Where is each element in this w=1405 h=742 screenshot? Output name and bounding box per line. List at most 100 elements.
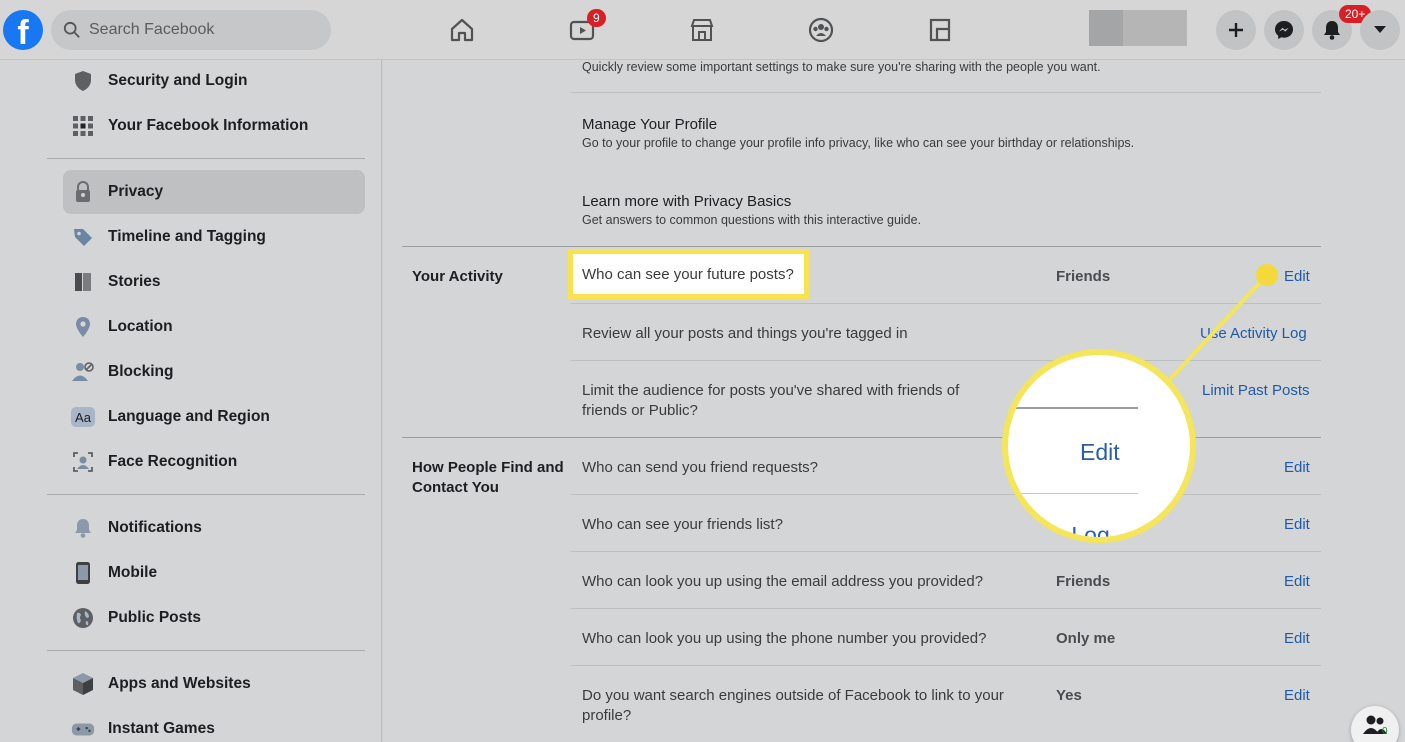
messenger-button[interactable] <box>1264 10 1304 50</box>
setting-question: Who can send you friend requests? <box>582 459 818 476</box>
privacy-settings-panel: Quickly review some important settings t… <box>383 60 1405 742</box>
sidebar-item-face-recognition[interactable]: Face Recognition <box>63 440 365 484</box>
shortcut-title: Learn more with Privacy Basics <box>582 193 792 210</box>
privacy-checkup-description: Quickly review some important settings t… <box>582 60 1101 74</box>
sidebar-divider <box>47 494 365 495</box>
limit-past-posts-link[interactable]: Limit Past Posts <box>1202 382 1310 399</box>
row-divider <box>571 551 1321 552</box>
setting-question: Who can see your friends list? <box>582 516 783 533</box>
edit-search-engines-link[interactable]: Edit <box>1284 687 1310 704</box>
sidebar-item-location[interactable]: Location <box>63 305 365 349</box>
setting-question-line1: Limit the audience for posts you've shar… <box>582 382 960 399</box>
profile-avatar[interactable] <box>1089 10 1187 46</box>
shortcut-description: Go to your profile to change your profil… <box>582 136 1135 150</box>
location-pin-icon <box>71 315 95 339</box>
setting-question-line2: friends or Public? <box>582 402 698 419</box>
callout-anchor-dot <box>1256 264 1278 286</box>
setting-value: Only me <box>1056 630 1116 647</box>
sidebar-item-stories[interactable]: Stories <box>63 260 365 304</box>
shield-icon <box>71 69 95 93</box>
sidebar-item-language-and-region[interactable]: Aa Language and Region <box>63 395 365 439</box>
sidebar-item-your-facebook-information[interactable]: Your Facebook Information <box>63 104 365 148</box>
setting-question: Review all your posts and things you're … <box>582 325 908 342</box>
bell-icon <box>1324 21 1340 40</box>
magnified-edit-label: Edit <box>1080 439 1120 465</box>
sidebar-item-label: Blocking <box>108 363 174 380</box>
language-icon: Aa <box>71 405 95 429</box>
sidebar-item-label: Apps and Websites <box>108 675 251 692</box>
row-divider <box>571 92 1321 93</box>
edit-future-posts-link[interactable]: Edit <box>1284 268 1310 285</box>
sidebar-item-security-and-login[interactable]: Security and Login <box>63 59 365 103</box>
marketplace-icon[interactable] <box>684 12 720 48</box>
facebook-logo-icon[interactable]: f <box>3 10 43 50</box>
sidebar-item-label: Mobile <box>108 564 158 581</box>
watch-badge: 9 <box>587 9 606 27</box>
sidebar-item-label: Public Posts <box>108 609 202 626</box>
shortcut-title: Manage Your Profile <box>582 116 718 133</box>
sidebar-item-label: Privacy <box>108 183 164 200</box>
setting-value: Friends <box>1056 268 1111 285</box>
sidebar-item-public-posts[interactable]: Public Posts <box>63 596 365 640</box>
home-icon[interactable] <box>444 12 480 48</box>
sidebar-item-label: Timeline and Tagging <box>108 228 266 245</box>
edit-phone-lookup-link[interactable]: Edit <box>1284 630 1310 647</box>
sidebar-item-apps-and-websites[interactable]: Apps and Websites <box>63 662 365 706</box>
account-menu-button[interactable] <box>1360 10 1400 50</box>
setting-value: Yes <box>1056 687 1082 704</box>
row-divider <box>571 665 1321 666</box>
row-divider <box>571 608 1321 609</box>
section-heading-find-contact-line1: How People Find and <box>412 459 564 476</box>
sidebar-divider <box>47 158 365 159</box>
search-bar[interactable] <box>51 10 331 50</box>
sidebar-item-blocking[interactable]: Blocking <box>63 350 365 394</box>
sidebar-item-mobile[interactable]: Mobile <box>63 551 365 595</box>
settings-sidebar: Security and Login Your Facebook Informa… <box>0 60 382 742</box>
setting-value: Friends <box>1056 573 1111 590</box>
sidebar-item-instant-games[interactable]: Instant Games <box>63 707 365 742</box>
edit-friend-requests-link[interactable]: Edit <box>1284 459 1310 476</box>
plus-icon <box>1229 23 1243 37</box>
groups-icon[interactable] <box>803 12 839 48</box>
section-heading-find-contact-line2: Contact You <box>412 479 499 496</box>
sidebar-item-label: Your Facebook Information <box>108 117 309 134</box>
row-divider <box>571 494 1321 495</box>
magnified-callout: Edit ity Log <box>1002 349 1196 543</box>
lock-person-icon <box>71 180 95 204</box>
messenger-icon <box>1275 21 1293 39</box>
contacts-count: 0 <box>1382 726 1388 737</box>
sidebar-item-notifications[interactable]: Notifications <box>63 506 365 550</box>
create-button[interactable] <box>1216 10 1256 50</box>
setting-question-line2: profile? <box>582 707 632 724</box>
use-activity-log-link[interactable]: Use Activity Log <box>1200 325 1307 342</box>
edit-email-lookup-link[interactable]: Edit <box>1284 573 1310 590</box>
grid-icon <box>71 114 95 138</box>
cube-icon <box>71 672 95 696</box>
sidebar-item-label: Face Recognition <box>108 453 238 470</box>
sidebar-item-label: Stories <box>108 273 161 290</box>
sidebar-item-label: Notifications <box>108 519 202 536</box>
setting-question: Who can look you up using the email addr… <box>582 573 984 590</box>
sidebar-item-timeline-and-tagging[interactable]: Timeline and Tagging <box>63 215 365 259</box>
edit-friends-list-link[interactable]: Edit <box>1284 516 1310 533</box>
face-scan-icon <box>71 450 95 474</box>
search-input[interactable] <box>89 21 309 39</box>
sidebar-item-label: Security and Login <box>108 72 248 89</box>
sidebar-divider <box>47 650 365 651</box>
shortcut-description: Get answers to common questions with thi… <box>582 213 922 227</box>
section-divider <box>402 246 1321 247</box>
gamepad-icon <box>71 717 95 741</box>
bell-icon <box>71 516 95 540</box>
highlighted-setting-future-posts: Who can see your future posts? <box>568 249 809 299</box>
blocked-user-icon <box>71 360 95 384</box>
sidebar-item-label: Language and Region <box>108 408 270 425</box>
book-icon <box>71 270 95 294</box>
setting-question: Who can look you up using the phone numb… <box>582 630 987 647</box>
sidebar-item-label: Instant Games <box>108 720 215 737</box>
tag-icon <box>71 225 95 249</box>
magnified-divider <box>1016 407 1138 409</box>
caret-down-icon <box>1374 26 1386 33</box>
gaming-icon[interactable] <box>922 12 958 48</box>
sidebar-item-privacy[interactable]: Privacy <box>63 170 365 214</box>
magnified-divider <box>1016 493 1138 494</box>
